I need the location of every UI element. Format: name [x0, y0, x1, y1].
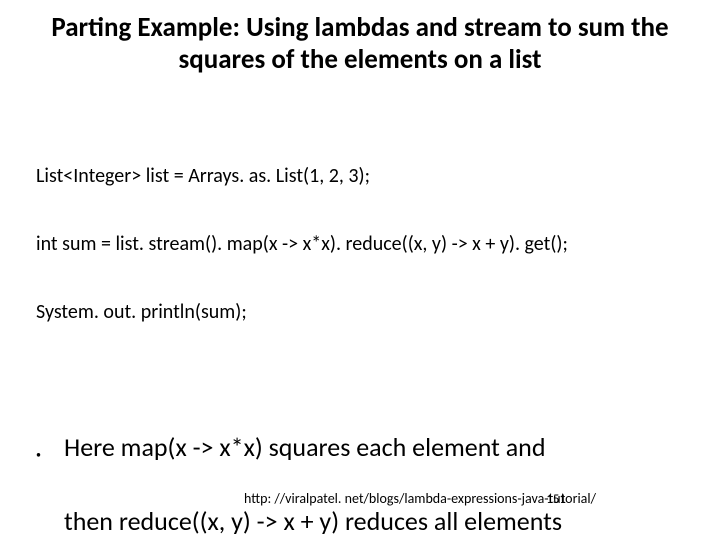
slide: Parting Example: Using lambdas and strea…	[0, 0, 720, 540]
code-line-1: List<Integer> list = Arrays. as. List(1,…	[36, 164, 370, 188]
code-line-2: int sum = list. stream(). map(x -> x*x).…	[36, 232, 568, 256]
bullet-text-line-1: Here map(x -> x*x) squares each element …	[64, 432, 546, 463]
bullet-text-line-2: then reduce((x, y) -> x + y) reduces all…	[64, 506, 562, 537]
code-line-3: System. out. println(sum);	[36, 300, 247, 324]
bullet-marker: •	[36, 450, 41, 460]
slide-title: Parting Example: Using lambdas and strea…	[42, 12, 678, 76]
